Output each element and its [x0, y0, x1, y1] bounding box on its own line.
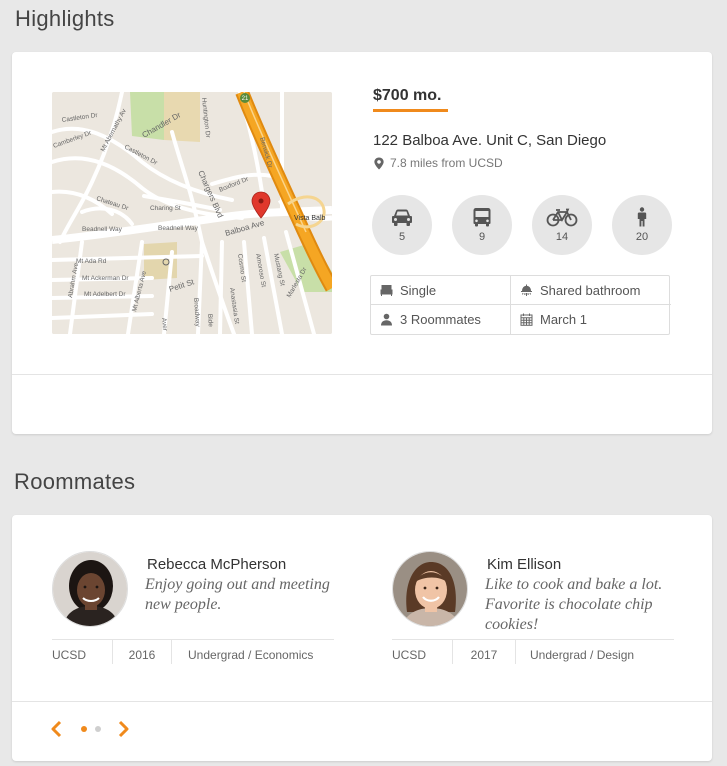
roommates-title: Roommates [14, 469, 136, 494]
roommate-school: UCSD [52, 648, 87, 662]
page-dot[interactable] [95, 726, 101, 732]
roommate-meta: UCSD 2017 Undergrad / Design [392, 640, 634, 664]
roommate-year: 2016 [128, 648, 156, 662]
avatar-photo [53, 552, 127, 626]
roommate-quote: Like to cook and bake a lot. Favorite is… [485, 576, 663, 633]
price: $700 mo. [373, 87, 442, 104]
transit-walk-value: 20 [635, 231, 649, 243]
roommate-meta: UCSD 2016 Undergrad / Economics [52, 640, 313, 664]
calendar-icon [520, 313, 533, 326]
roommates-card: Rebecca McPherson Enjoy going out and me… [12, 515, 712, 761]
bus-icon [473, 208, 491, 227]
map-label: Mt Adelbert Dr [84, 291, 126, 298]
transit-car-value: 5 [398, 231, 406, 243]
feature-move-in: March 1 [511, 305, 671, 334]
roommate-name: Kim Ellison [487, 556, 562, 573]
price-underline [373, 109, 448, 112]
map-svg: 21 Castleton Dr Camberley Dr Castleton D… [52, 92, 332, 334]
location-map[interactable]: 21 Castleton Dr Camberley Dr Castleton D… [52, 92, 332, 334]
feature-roommates: 3 Roommates [371, 305, 511, 334]
map-label: Aver [160, 317, 168, 332]
transit-bike-value: 14 [555, 231, 569, 243]
car-icon [392, 209, 412, 226]
roommate-year: 2017 [470, 648, 498, 662]
chevron-left-icon[interactable] [50, 720, 64, 738]
map-label: Mt Ackerman Dr [82, 275, 129, 282]
transit-walk: 20 [612, 195, 672, 255]
shower-icon [521, 284, 532, 296]
person-icon [381, 313, 392, 326]
avatar [52, 551, 128, 627]
roommate-pager [50, 720, 130, 738]
bed-icon [380, 284, 393, 296]
feature-label: 3 Roommates [400, 312, 481, 327]
highlights-card: 21 Castleton Dr Camberley Dr Castleton D… [12, 52, 712, 434]
roommate-quote: Enjoy going out and meeting new people. [145, 576, 330, 613]
feature-label: Shared bathroom [540, 282, 641, 298]
transit-car: 5 [372, 195, 432, 255]
bicycle-icon [546, 208, 578, 227]
map-label: Beadnell Way [82, 226, 123, 233]
roommate-school: UCSD [392, 648, 427, 662]
distance-text: 7.8 miles from UCSD [390, 156, 503, 170]
route-shield-label: 21 [242, 96, 249, 102]
address: 122 Balboa Ave. Unit C, San Diego [373, 132, 607, 149]
card-divider [12, 701, 712, 702]
map-label: Vista Balb [294, 215, 325, 222]
location-pin-icon [374, 156, 384, 170]
avatar [392, 551, 468, 627]
features-grid: Single Shared bathroom 3 Roommates March… [370, 275, 671, 335]
transit-bike: 14 [532, 195, 592, 255]
feature-room-type: Single [371, 276, 511, 305]
map-label: Bide [206, 314, 214, 328]
avatar-photo [393, 552, 467, 626]
transit-bus: 9 [452, 195, 512, 255]
highlights-title: Highlights [15, 6, 115, 31]
card-divider [12, 374, 712, 375]
page-dot-active[interactable] [81, 726, 87, 732]
feature-bathroom: Shared bathroom [511, 276, 671, 305]
map-label: Beadnell Way [158, 225, 199, 232]
feature-label: March 1 [540, 312, 587, 327]
feature-label: Single [400, 282, 437, 298]
distance: 7.8 miles from UCSD [373, 156, 503, 170]
transit-bus-value: 9 [478, 231, 486, 243]
roommate-program: Undergrad / Economics [188, 648, 314, 662]
roommate-name: Rebecca McPherson [147, 556, 287, 573]
map-label: Charing St [150, 205, 181, 212]
walking-icon [637, 207, 647, 227]
roommate-program: Undergrad / Design [530, 648, 635, 662]
chevron-right-icon[interactable] [116, 720, 130, 738]
map-label: Mt Ada Rd [76, 258, 107, 265]
